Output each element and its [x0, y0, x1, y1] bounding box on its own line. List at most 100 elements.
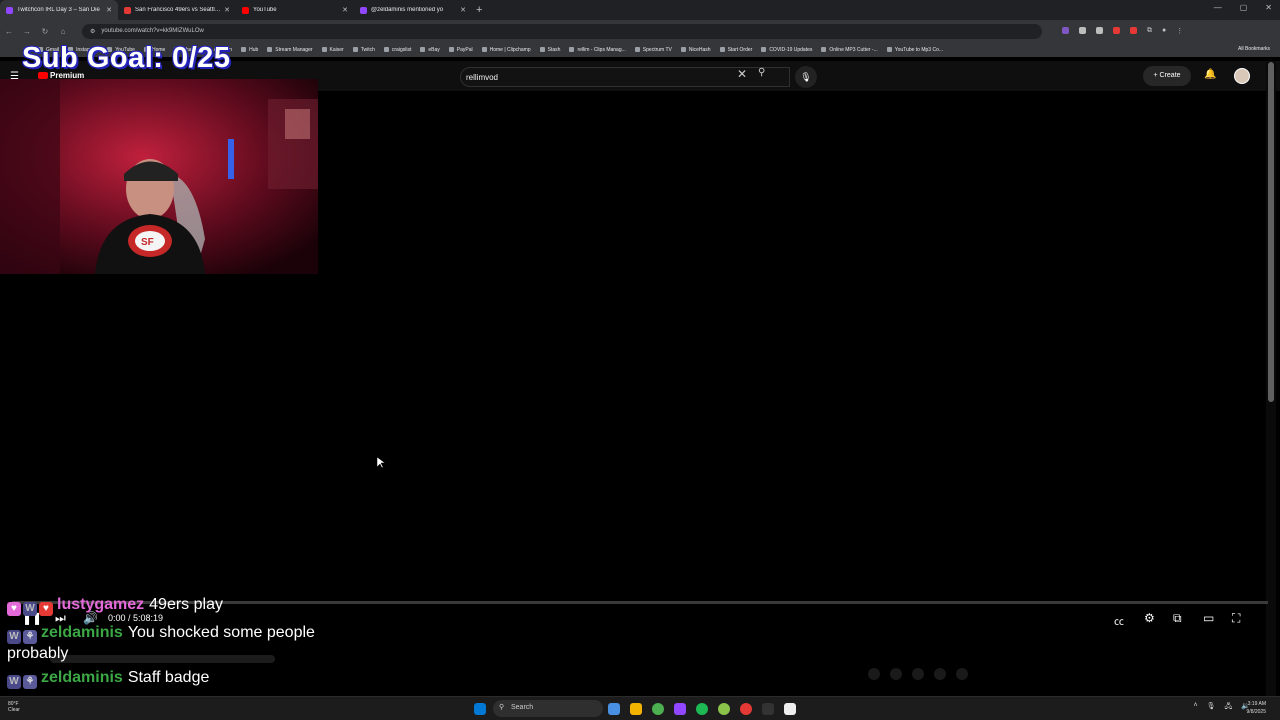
bookmark[interactable]: PayPal: [448, 47, 473, 53]
window-controls: — ▢ ✕: [1214, 3, 1272, 12]
chevron-up-icon[interactable]: ˄: [1193, 702, 1197, 713]
miniplayer-icon[interactable]: ⧉: [1173, 611, 1182, 626]
bookmark[interactable]: eBay: [420, 47, 440, 53]
browser-tab-2[interactable]: San Francisco 49ers vs Seattle S ✕: [118, 0, 236, 20]
url-text: youtube.com/watch?v=kk9MIZWuLOw: [101, 28, 204, 34]
chat-message: ♥ W ♥ lustygamez 49ers play: [7, 596, 223, 616]
browser-tab-1[interactable]: Twitchcon IRL Day 3 – San Die ✕: [0, 0, 118, 20]
youtube-favicon-icon: [242, 6, 249, 14]
chat-message: W ⚘ zeldaminis Staff badge: [7, 669, 209, 689]
extension-icon[interactable]: [1062, 27, 1069, 34]
profile-icon[interactable]: ●: [1162, 27, 1166, 35]
bookmark[interactable]: Home | Clipchamp: [481, 47, 531, 53]
taskbar-search[interactable]: ⚲ Search: [493, 700, 603, 717]
reload-icon[interactable]: ↻: [36, 27, 54, 36]
search-icon[interactable]: ⚲: [758, 67, 780, 87]
extensions-area: ⧉ ● ⋮: [1062, 27, 1183, 35]
notifications-bell-icon[interactable]: 🔔: [1204, 69, 1216, 80]
spotify-icon[interactable]: [696, 703, 708, 715]
new-tab-icon[interactable]: +: [476, 4, 482, 16]
bookmark[interactable]: COVID-19 Updates: [761, 47, 812, 53]
scrollbar-thumb[interactable]: [1268, 62, 1274, 402]
extension-icon[interactable]: [1113, 27, 1120, 34]
bookmark[interactable]: Stash: [539, 47, 560, 53]
screen: Twitchcon IRL Day 3 – San Die ✕ San Fran…: [0, 0, 1280, 720]
tab-title: Twitchcon IRL Day 3 – San Die: [17, 7, 100, 13]
sub-goal-overlay: Sub Goal: 0/25: [22, 42, 231, 74]
clear-search-icon[interactable]: ✕: [737, 67, 747, 81]
twitch-favicon-icon: [6, 6, 13, 14]
heart-badge-icon: ♥: [39, 602, 53, 616]
chat-username: lustygamez: [57, 596, 145, 613]
file-explorer-icon[interactable]: [630, 703, 642, 715]
bookmark[interactable]: Kaiser: [321, 47, 344, 53]
windows-taskbar: 80°F Clear ⚲ Search ˄ 🎙 🖧 🔉 3:19 AM 9/8/…: [0, 696, 1280, 720]
w-badge-icon: W: [23, 602, 37, 616]
bookmark[interactable]: Hub: [241, 47, 258, 53]
microphone-icon[interactable]: 🎙: [795, 66, 817, 88]
svg-text:SF: SF: [141, 237, 154, 248]
mouse-cursor-icon: [377, 457, 385, 469]
bookmark[interactable]: Twitch: [352, 47, 375, 53]
maximize-icon[interactable]: ▢: [1240, 3, 1248, 12]
webcam-image: SF: [0, 79, 318, 274]
close-window-icon[interactable]: ✕: [1265, 3, 1272, 12]
menu-dots-icon[interactable]: ⋮: [1176, 27, 1183, 35]
app-icon[interactable]: [762, 703, 774, 715]
settings-gear-icon[interactable]: ⚙: [1144, 611, 1155, 625]
site-info-icon[interactable]: ⚙: [90, 28, 95, 35]
avatar[interactable]: [1234, 68, 1250, 84]
heart-badge-icon: ♥: [7, 602, 21, 616]
app-icon[interactable]: [718, 703, 730, 715]
extension-icon[interactable]: [1079, 27, 1086, 34]
fullscreen-icon[interactable]: ⛶: [1232, 611, 1240, 626]
w-badge-icon: W: [7, 630, 21, 644]
browser-tab-4[interactable]: @zeldaminis mentioned yo ✕: [354, 0, 472, 20]
bookmark[interactable]: YouTube to Mp3 Co...: [886, 47, 943, 53]
extension-icon[interactable]: [1130, 27, 1137, 34]
chat-message: W ⚘ zeldaminis You shocked some people prob…: [7, 623, 337, 664]
bookmark[interactable]: NiceHash: [680, 47, 711, 53]
close-tab-icon[interactable]: ✕: [106, 6, 112, 14]
bookmark[interactable]: Online MP3 Cutter -...: [821, 47, 878, 53]
create-button[interactable]: + Create: [1143, 66, 1191, 86]
back-icon[interactable]: ←: [0, 27, 18, 36]
forward-icon[interactable]: →: [18, 27, 36, 36]
staff-badge-icon: ⚘: [23, 675, 37, 689]
browser-tab-strip: Twitchcon IRL Day 3 – San Die ✕ San Fran…: [0, 0, 1280, 20]
bookmark[interactable]: craigslist: [383, 47, 411, 53]
chrome-icon[interactable]: [652, 703, 664, 715]
tab-title: YouTube: [253, 7, 277, 13]
close-tab-icon[interactable]: ✕: [342, 6, 348, 14]
close-tab-icon[interactable]: ✕: [460, 6, 466, 14]
bookmark[interactable]: Start Order: [719, 47, 752, 53]
bookmark[interactable]: Stream Manager: [267, 47, 313, 53]
extension-icon[interactable]: [1096, 27, 1103, 34]
browser-tab-3[interactable]: YouTube ✕: [236, 0, 354, 20]
all-bookmarks-button[interactable]: All Bookmarks: [1238, 46, 1270, 52]
network-icon[interactable]: 🖧: [1224, 702, 1232, 713]
bookmark[interactable]: rellim - Clips Manag...: [569, 47, 626, 53]
app-icon[interactable]: [740, 703, 752, 715]
home-icon[interactable]: ⌂: [54, 27, 72, 36]
twitch-favicon-icon: [360, 6, 367, 14]
browser-toolbar: ← → ↻ ⌂ ⚙ youtube.com/watch?v=kk9MIZWuLO…: [0, 20, 1280, 42]
address-bar[interactable]: ⚙ youtube.com/watch?v=kk9MIZWuLOw: [82, 23, 1042, 39]
minimize-icon[interactable]: —: [1214, 3, 1222, 12]
theater-mode-icon[interactable]: ▭: [1203, 611, 1214, 625]
microphone-icon[interactable]: 🎙: [1207, 702, 1216, 713]
staff-badge-icon: ⚘: [23, 630, 37, 644]
bookmark[interactable]: Spectrum TV: [634, 47, 672, 53]
chat-username: zeldaminis: [41, 669, 123, 686]
app-icon[interactable]: [784, 703, 796, 715]
captions-icon[interactable]: ㏄: [1114, 613, 1124, 628]
system-clock[interactable]: 3:19 AM 9/8/2025: [1247, 700, 1266, 716]
puzzle-icon[interactable]: ⧉: [1147, 27, 1152, 35]
copilot-icon[interactable]: [608, 703, 620, 715]
loading-dots: [868, 668, 968, 680]
weather-widget[interactable]: 80°F Clear: [8, 701, 20, 713]
w-badge-icon: W: [7, 675, 21, 689]
windows-start-icon[interactable]: [474, 703, 486, 715]
twitch-icon[interactable]: [674, 703, 686, 715]
close-tab-icon[interactable]: ✕: [224, 6, 230, 14]
